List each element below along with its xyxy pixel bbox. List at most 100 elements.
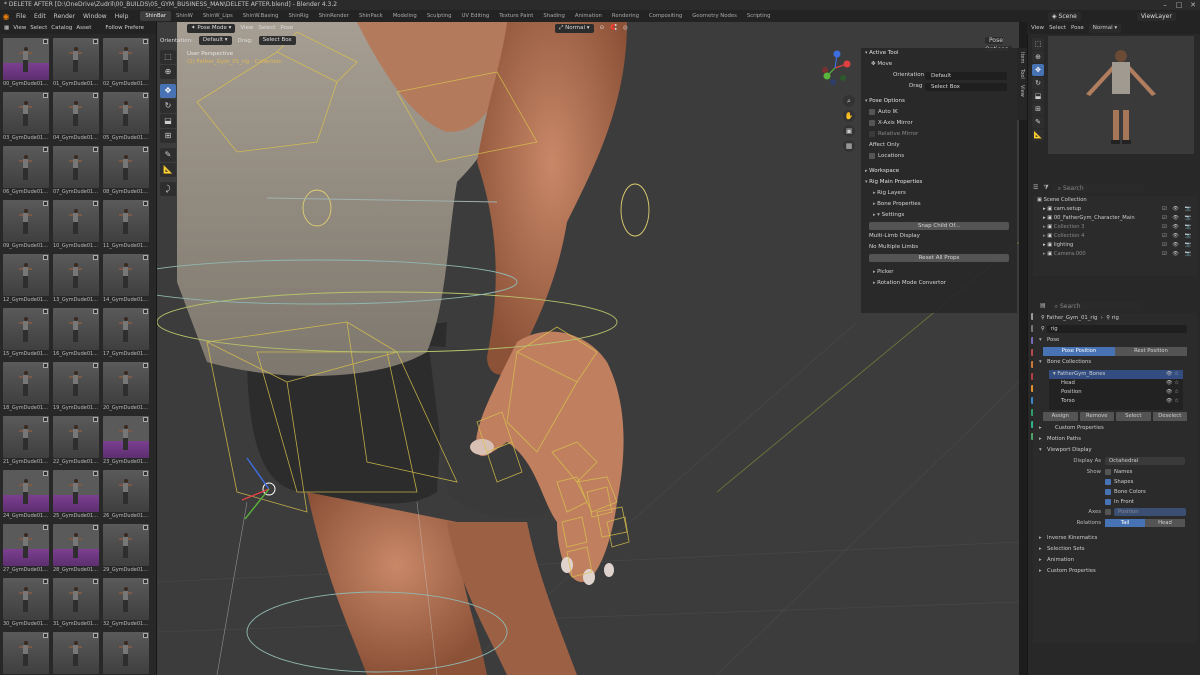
- collection-visibility-icon[interactable]: 👁 ☆: [1166, 370, 1179, 379]
- camera-view-icon[interactable]: ▣: [843, 125, 855, 137]
- menu-file[interactable]: File: [12, 13, 30, 20]
- proportional-icon[interactable]: ◎: [623, 25, 628, 31]
- rest-position-button[interactable]: Rest Position: [1115, 347, 1187, 356]
- auto-ik-checkbox[interactable]: [869, 108, 875, 115]
- tab-view[interactable]: View: [1019, 85, 1025, 97]
- outliner-filter-icon[interactable]: ⧩: [1043, 184, 1048, 193]
- asset-menu-select[interactable]: Select: [30, 25, 47, 31]
- pose-position-button[interactable]: Pose Position: [1043, 347, 1115, 356]
- maximize-icon[interactable]: □: [1172, 0, 1186, 10]
- mode-dropdown[interactable]: ✦ Pose Mode ▾: [187, 23, 236, 33]
- asset-item[interactable]: 17_GymDude01...: [103, 308, 149, 358]
- outliner-item[interactable]: ▣ Scene Collection: [1033, 196, 1197, 205]
- menu-edit[interactable]: Edit: [30, 13, 50, 20]
- locations-row[interactable]: Locations: [861, 151, 1017, 162]
- bone-collection-item[interactable]: Head 👁 ☆: [1049, 379, 1183, 388]
- axes-position-slider[interactable]: Position: [1114, 507, 1186, 516]
- shapes-checkbox[interactable]: [1105, 478, 1111, 485]
- right-transform-dropdown[interactable]: Normal ▾: [1088, 23, 1122, 33]
- asset-item[interactable]: 20_GymDude01...: [103, 362, 149, 412]
- assign-button[interactable]: Assign: [1043, 412, 1078, 421]
- right-select-icon[interactable]: ⬚: [1032, 38, 1044, 50]
- visibility-toggles[interactable]: ☑ 👁 📷: [1162, 241, 1193, 250]
- tail-button[interactable]: Tail: [1105, 518, 1145, 527]
- grid-view-icon[interactable]: ▦: [843, 140, 855, 152]
- ik-header[interactable]: Inverse Kinematics: [1033, 533, 1197, 544]
- pose-section-header[interactable]: Pose: [1033, 335, 1197, 346]
- asset-item[interactable]: 13_GymDude01...: [53, 254, 99, 304]
- asset-item[interactable]: 24_GymDude01...: [3, 470, 49, 520]
- bc-custom-props-header[interactable]: Custom Properties: [1033, 423, 1197, 434]
- relative-mirror-row[interactable]: Relative Mirror: [861, 129, 1017, 140]
- right-scale-icon[interactable]: ⬓: [1032, 90, 1044, 102]
- collection-visibility-icon[interactable]: 👁 ☆: [1166, 397, 1179, 406]
- visibility-toggles[interactable]: ☑ 👁 📷: [1162, 232, 1193, 241]
- snap-icon[interactable]: 🧲: [610, 25, 617, 31]
- rig-main-header[interactable]: Rig Main Properties: [861, 177, 1017, 188]
- remove-button[interactable]: Remove: [1079, 412, 1114, 421]
- right-measure-icon[interactable]: 📐: [1032, 129, 1044, 141]
- rotate-icon[interactable]: ↻: [160, 99, 176, 113]
- asset-item[interactable]: 32_GymDude01...: [103, 578, 149, 628]
- asset-item[interactable]: 33_GymDude01...: [3, 632, 49, 675]
- workspace-tab[interactable]: ShinRender: [314, 11, 354, 21]
- outliner-item[interactable]: ▸ ▣ Collection 4 ☑ 👁 📷: [1033, 232, 1197, 241]
- visibility-toggles[interactable]: ☑ 👁 📷: [1162, 223, 1193, 232]
- transform-dropdown[interactable]: ⤢ Normal ▾: [555, 23, 594, 33]
- asset-item[interactable]: 04_GymDude01...: [53, 92, 99, 142]
- asset-menu-catalog[interactable]: Catalog: [51, 25, 72, 31]
- bone-collection-item[interactable]: Position 👁 ☆: [1049, 388, 1183, 397]
- bone-roll-icon[interactable]: ⤸: [160, 182, 176, 196]
- menu-render[interactable]: Render: [50, 13, 79, 20]
- asset-item[interactable]: 09_GymDude01...: [3, 200, 49, 250]
- vp-menu-view[interactable]: View: [240, 25, 253, 31]
- asset-item[interactable]: 00_GymDude01...: [3, 38, 49, 88]
- pan-hand-icon[interactable]: ✋: [843, 110, 855, 122]
- workspace-tab[interactable]: ShinW: [171, 11, 198, 21]
- minimize-icon[interactable]: –: [1158, 0, 1172, 10]
- asset-item[interactable]: 01_GymDude01...: [53, 38, 99, 88]
- asset-item[interactable]: 28_GymDude01...: [53, 524, 99, 574]
- workspace-tab[interactable]: Animation: [570, 11, 607, 21]
- editor-type-icon[interactable]: ▦: [4, 25, 9, 31]
- workspace-tab[interactable]: ShinPack: [354, 11, 388, 21]
- deselect-button[interactable]: Deselect: [1152, 412, 1187, 421]
- asset-item[interactable]: 21_GymDude01...: [3, 416, 49, 466]
- asset-item[interactable]: 34_GymDude01...: [53, 632, 99, 675]
- asset-item[interactable]: 31_GymDude01...: [53, 578, 99, 628]
- picker-header[interactable]: Picker: [861, 267, 1017, 278]
- workspace-tab[interactable]: UV Editing: [457, 11, 495, 21]
- outliner-item[interactable]: ▸ ▣ lighting ☑ 👁 📷: [1033, 241, 1197, 250]
- navigation-gizmo[interactable]: [817, 50, 853, 86]
- outliner-item[interactable]: ▸ ▣ Camera.000 ☑ 👁 📷: [1033, 250, 1197, 259]
- asset-menu-asset[interactable]: Asset: [76, 25, 91, 31]
- settings-header[interactable]: ▾ Settings: [861, 210, 1017, 221]
- workspace-tab[interactable]: ShinBar: [140, 11, 172, 21]
- locations-checkbox[interactable]: [869, 152, 875, 159]
- bone-collection-item[interactable]: ▾ FatherGym_Bones 👁 ☆: [1049, 370, 1183, 379]
- asset-item[interactable]: 15_GymDude01...: [3, 308, 49, 358]
- right-transform-icon[interactable]: ⊞: [1032, 103, 1044, 115]
- workspace-tab[interactable]: Scripting: [742, 11, 776, 21]
- right-menu-pose[interactable]: Pose: [1071, 25, 1084, 31]
- workspace-tab[interactable]: Texture Paint: [494, 11, 538, 21]
- bone-collection-item[interactable]: Torso 👁 ☆: [1049, 397, 1183, 406]
- outliner-item[interactable]: ▸ ▣ cam.setup ☑ 👁 📷: [1033, 205, 1197, 214]
- pose-options-header[interactable]: Pose Options: [861, 96, 1017, 107]
- rig-layers-header[interactable]: Rig Layers: [861, 188, 1017, 199]
- menu-help[interactable]: Help: [111, 13, 133, 20]
- np-drag-dropdown[interactable]: Select Box: [925, 83, 1007, 91]
- outliner-search[interactable]: ⌕ Search: [1053, 184, 1144, 193]
- drag-dropdown[interactable]: Select Box: [258, 36, 296, 45]
- orientation-dropdown[interactable]: Default ▾: [198, 36, 232, 45]
- data-name-field[interactable]: rig: [1046, 324, 1187, 333]
- vp-menu-select[interactable]: Select: [258, 25, 275, 31]
- asset-item[interactable]: 12_GymDude01...: [3, 254, 49, 304]
- scene-field[interactable]: ◈ Scene: [1048, 11, 1081, 21]
- asset-item[interactable]: 29_GymDude01...: [103, 524, 149, 574]
- vp-menu-pose[interactable]: Pose: [280, 25, 293, 31]
- workspace-tab[interactable]: ShinW_Lips: [198, 11, 238, 21]
- close-icon[interactable]: ✕: [1186, 0, 1200, 10]
- bone-properties-header[interactable]: Bone Properties: [861, 199, 1017, 210]
- snap-child-button[interactable]: Snap Child Of...: [869, 222, 1009, 230]
